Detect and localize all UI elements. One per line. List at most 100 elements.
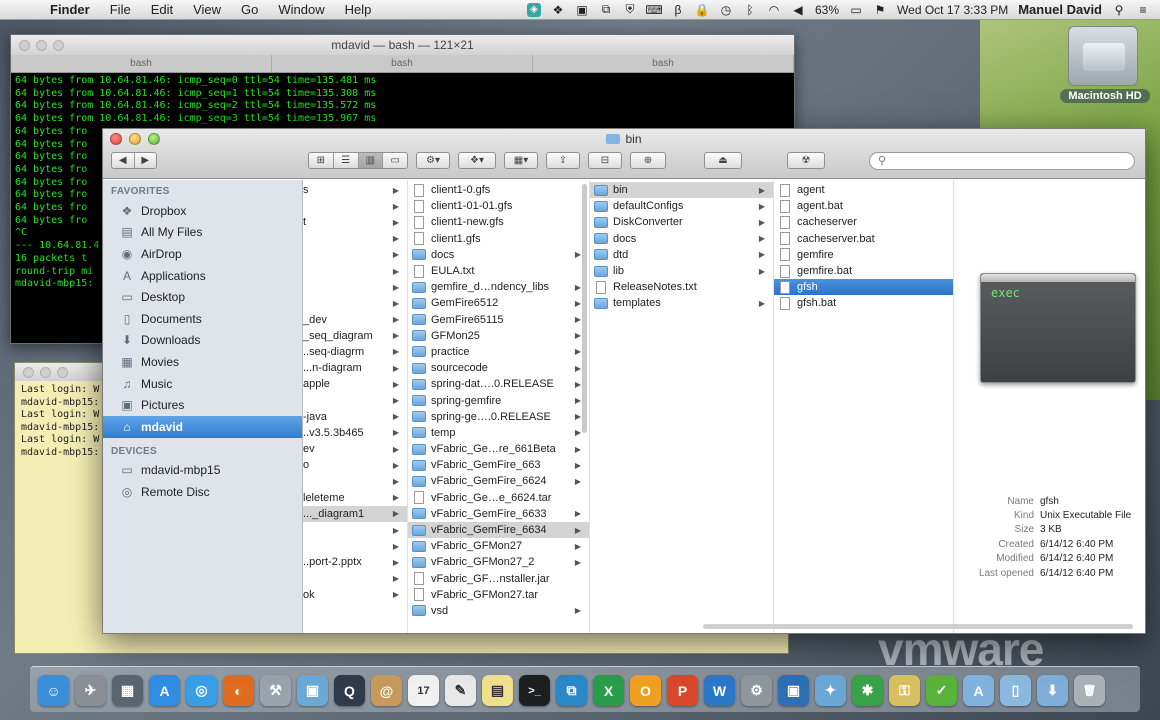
new-folder-button[interactable]: ⊕ bbox=[630, 152, 666, 169]
list-item[interactable]: apple ▶ bbox=[303, 376, 407, 392]
safari-icon[interactable]: ◎ bbox=[186, 675, 217, 706]
folder-item[interactable]: temp ▶ bbox=[408, 425, 589, 441]
notification-center-icon[interactable]: ≡ bbox=[1136, 3, 1150, 17]
battery-icon[interactable]: ▭ bbox=[849, 3, 863, 17]
eject-button[interactable]: ⏏ bbox=[704, 152, 742, 169]
file-item[interactable]: client1-01-01.gfs bbox=[408, 198, 589, 214]
sidebar-item-desktop[interactable]: ▭ Desktop bbox=[103, 286, 302, 308]
column-view-button[interactable]: ▥ bbox=[358, 153, 384, 168]
spotlight-search-icon[interactable]: ⚲ bbox=[1112, 3, 1126, 17]
preview-icon[interactable]: ▣ bbox=[297, 675, 328, 706]
file-item[interactable]: client1-new.gfs bbox=[408, 214, 589, 230]
forward-button[interactable]: ▶ bbox=[135, 153, 157, 168]
list-item[interactable]: ..seq-diagrm ▶ bbox=[303, 344, 407, 360]
list-item[interactable]: o ▶ bbox=[303, 457, 407, 473]
file-item[interactable]: agent.bat bbox=[774, 198, 953, 214]
sidebar-item-pictures[interactable]: ▣ Pictures bbox=[103, 394, 302, 416]
applications-stack-icon[interactable]: A bbox=[963, 675, 994, 706]
downloads-stack-icon[interactable]: ⬇ bbox=[1037, 675, 1068, 706]
list-item[interactable]: ▶ bbox=[303, 279, 407, 295]
file-item[interactable]: gfsh bbox=[774, 279, 953, 296]
lock-status-icon[interactable]: 🔒 bbox=[695, 3, 710, 17]
xcode-icon[interactable]: ⚒ bbox=[260, 675, 291, 706]
list-item[interactable]: ok ▶ bbox=[303, 587, 407, 603]
list-item[interactable]: ev ▶ bbox=[303, 441, 407, 457]
folder-item[interactable]: vFabric_GemFire_6624 ▶ bbox=[408, 473, 589, 489]
menu-help[interactable]: Help bbox=[335, 2, 382, 17]
file-item[interactable]: gfsh.bat bbox=[774, 295, 953, 311]
file-item[interactable]: cacheserver.bat bbox=[774, 231, 953, 247]
folder-item[interactable]: practice ▶ bbox=[408, 344, 589, 360]
folder-item[interactable]: docs ▶ bbox=[408, 247, 589, 263]
terminal-tab[interactable]: bash bbox=[533, 55, 794, 72]
folder-item[interactable]: defaultConfigs ▶ bbox=[590, 198, 773, 214]
excel-icon[interactable]: X bbox=[593, 675, 624, 706]
word-icon[interactable]: W bbox=[704, 675, 735, 706]
shield-status-icon[interactable]: ⛨ bbox=[623, 2, 637, 17]
terminal2-close-button[interactable] bbox=[23, 367, 34, 378]
terminal-close-button[interactable] bbox=[19, 40, 30, 51]
share-button[interactable]: ⇪ bbox=[546, 152, 580, 169]
sidebar-item-downloads[interactable]: ⬇ Downloads bbox=[103, 330, 302, 352]
list-item[interactable]: -java ▶ bbox=[303, 409, 407, 425]
bluetooth-icon[interactable]: ᛒ bbox=[743, 3, 757, 17]
hard-drive-label[interactable]: Macintosh HD bbox=[1060, 89, 1150, 103]
file-item[interactable]: vFabric_GF…nstaller.jar bbox=[408, 571, 589, 587]
dropbox-menu-button[interactable]: ❖▾ bbox=[458, 152, 496, 169]
powerpoint-icon[interactable]: P bbox=[667, 675, 698, 706]
documents-stack-icon[interactable]: ▯ bbox=[1000, 675, 1031, 706]
file-item[interactable]: EULA.txt bbox=[408, 263, 589, 279]
clock[interactable]: Wed Oct 17 3:33 PM bbox=[897, 3, 1008, 17]
search-field[interactable]: ⚲ bbox=[869, 152, 1135, 170]
list-item[interactable]: ..v3.5.3b465 ▶ bbox=[303, 425, 407, 441]
sidebar-item-remote-disc[interactable]: ◎ Remote Disc bbox=[103, 481, 302, 503]
dropbox-status-icon[interactable]: ❖ bbox=[551, 3, 565, 17]
sidebar-item-movies[interactable]: ▦ Movies bbox=[103, 351, 302, 373]
horizontal-scrollbar[interactable] bbox=[703, 624, 1133, 629]
list-view-button[interactable]: ☰ bbox=[334, 153, 359, 168]
folder-item[interactable]: vFabric_Ge…re_661Beta ▶ bbox=[408, 441, 589, 457]
list-item[interactable]: ▶ bbox=[303, 295, 407, 311]
quicktime-icon[interactable]: Q bbox=[334, 675, 365, 706]
list-item[interactable]: ▶ bbox=[303, 263, 407, 279]
outlook-icon[interactable]: O bbox=[630, 675, 661, 706]
folder-item[interactable]: gemfire_d…ndency_libs ▶ bbox=[408, 279, 589, 295]
terminal-titlebar[interactable]: mdavid — bash — 121×21 bbox=[11, 35, 794, 55]
list-item[interactable]: _seq_diagram ▶ bbox=[303, 328, 407, 344]
battery-percent[interactable]: 63% bbox=[815, 3, 839, 17]
list-item[interactable]: ▶ bbox=[303, 571, 407, 587]
terminal2-minimize-button[interactable] bbox=[40, 367, 51, 378]
sidebar-item-mdavid-mbp15[interactable]: ▭ mdavid-mbp15 bbox=[103, 460, 302, 482]
contacts-icon[interactable]: @ bbox=[371, 675, 402, 706]
folder-item[interactable]: GemFire65115 ▶ bbox=[408, 312, 589, 328]
list-item[interactable]: ▶ bbox=[303, 392, 407, 408]
folder-item[interactable]: spring-dat….0.RELEASE ▶ bbox=[408, 376, 589, 392]
utility-icon[interactable]: ✱ bbox=[852, 675, 883, 706]
wifi-icon[interactable]: ◠ bbox=[767, 3, 781, 17]
action-menu-button[interactable]: ⚙▾ bbox=[416, 152, 450, 169]
finder-icon[interactable]: ☺ bbox=[38, 675, 69, 706]
notes-icon[interactable]: ▤ bbox=[482, 675, 513, 706]
file-item[interactable]: client1-0.gfs bbox=[408, 182, 589, 198]
icon-view-button[interactable]: ⊞ bbox=[309, 153, 334, 168]
terminal-zoom-button[interactable] bbox=[53, 40, 64, 51]
file-item[interactable]: cacheserver bbox=[774, 214, 953, 230]
firefox-icon[interactable]: ◐ bbox=[223, 675, 254, 706]
volume-icon[interactable]: ◀ bbox=[791, 3, 805, 17]
remote-desktop-icon[interactable]: ⧉ bbox=[556, 675, 587, 706]
finder-window[interactable]: bin ◀ ▶ ⊞ ☰ ▥ ▭ ⚙▾ ❖▾ ▦▾ ⇪ ⊟ ⊕ ⏏ ☢ ⚲ FAV… bbox=[102, 128, 1146, 634]
window-status-icon[interactable]: ⧉ bbox=[599, 2, 613, 17]
folder-item[interactable]: vFabric_GemFire_6634 ▶ bbox=[408, 521, 589, 539]
list-item[interactable]: t ▶ bbox=[303, 214, 407, 230]
folder-item[interactable]: GFMon25 ▶ bbox=[408, 328, 589, 344]
sidebar-item-mdavid[interactable]: ⌂ mdavid bbox=[103, 415, 302, 438]
terminal-tab[interactable]: bash bbox=[272, 55, 533, 72]
file-item[interactable]: agent bbox=[774, 182, 953, 198]
burn-button[interactable]: ☢ bbox=[787, 152, 825, 169]
file-item[interactable]: gemfire.bat bbox=[774, 263, 953, 279]
folder-item[interactable]: dtd ▶ bbox=[590, 247, 773, 263]
toolbar-button-a[interactable]: ⊟ bbox=[588, 152, 622, 169]
trash-icon[interactable]: 🗑 bbox=[1074, 675, 1105, 706]
menu-app-finder[interactable]: Finder bbox=[40, 2, 100, 17]
time-machine-icon[interactable]: ◷ bbox=[719, 3, 733, 17]
